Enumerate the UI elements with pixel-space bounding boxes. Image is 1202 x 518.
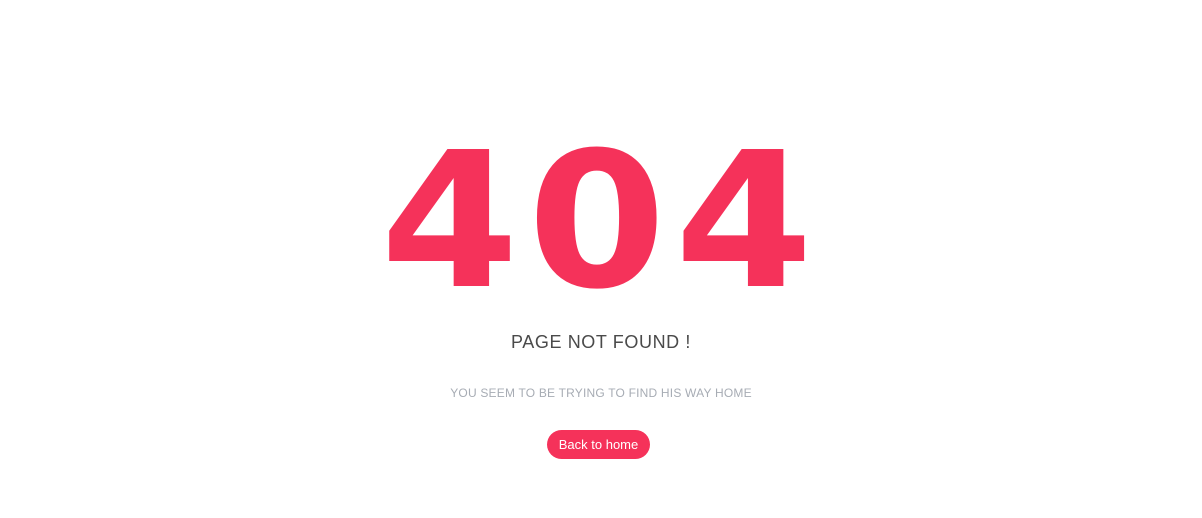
not-found-page: 404 PAGE NOT FOUND ! YOU SEEM TO BE TRYI… xyxy=(0,0,1202,518)
error-code: 404 xyxy=(380,112,822,331)
page-title: PAGE NOT FOUND ! xyxy=(511,332,691,352)
error-description: YOU SEEM TO BE TRYING TO FIND HIS WAY HO… xyxy=(450,386,752,400)
back-to-home-button[interactable]: Back to home xyxy=(547,430,650,459)
